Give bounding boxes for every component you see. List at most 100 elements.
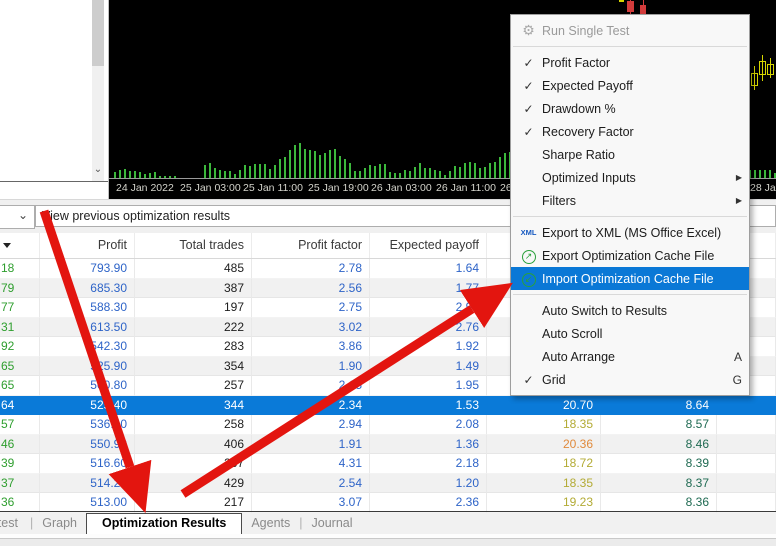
volume-bar (449, 170, 451, 178)
cell-expected-payoff: 2.36 (370, 493, 487, 513)
cell-profit-factor: 1.91 (252, 434, 370, 454)
menu-item-expected-payoff[interactable]: ✓ Expected Payoff (511, 74, 749, 97)
menu-item-auto-switch-to-results[interactable]: Auto Switch to Results (511, 299, 749, 322)
volume-bar (349, 162, 351, 178)
tester-tab-bar: Backtest|GraphOptimization ResultsAgents… (0, 513, 776, 536)
cell-profit-factor: 2.56 (252, 278, 370, 298)
volume-bar (374, 166, 376, 178)
column-header-trades[interactable]: Total trades (135, 233, 252, 258)
table-row[interactable]: 37 514.20 429 2.54 1.20 18.35 8.37 (0, 473, 776, 493)
candlestick (759, 61, 766, 75)
cell-result: 46 (0, 434, 40, 454)
cell-expected-payoff: 1.53 (370, 395, 487, 415)
time-axis-label: 25 Jan 19:00 (308, 182, 369, 194)
cell-profit-factor: 3.02 (252, 317, 370, 337)
cell-expected-payoff: 2.08 (370, 415, 487, 435)
menu-item-label: Auto Scroll (542, 326, 603, 341)
volume-bar (404, 170, 406, 178)
volume-bar (434, 170, 436, 178)
scrollbar-thumb[interactable] (92, 0, 104, 66)
column-header-c0[interactable] (0, 233, 40, 258)
tab-journal[interactable]: Journal (303, 513, 362, 534)
cell-result: 57 (0, 415, 40, 435)
candlestick-tick (619, 0, 624, 2)
volume-bar (484, 166, 486, 178)
volume-bar (409, 171, 411, 178)
volume-bar (264, 164, 266, 178)
cell-profit: 685.30 (40, 278, 135, 298)
volume-bar (239, 169, 241, 178)
menu-item-auto-arrange[interactable]: Auto Arrange A (511, 345, 749, 368)
cell-recovery-factor: 8.39 (601, 454, 717, 474)
column-header-ep[interactable]: Expected payoff (370, 233, 487, 258)
tab-optimization-results[interactable]: Optimization Results (86, 513, 243, 536)
volume-bar (469, 162, 471, 178)
cell-extra (717, 473, 776, 493)
cell-total-trades: 197 (135, 298, 252, 318)
volume-bar (284, 156, 286, 178)
volume-bar (479, 168, 481, 178)
cell-profit-factor: 2.34 (252, 395, 370, 415)
volume-bar (419, 163, 421, 178)
strategy-tester-window: ⌄ 24 Jan 2022 25 Jan 03:00 25 Jan 11:00 25 … (0, 0, 776, 546)
cell-expected-payoff: 1.36 (370, 434, 487, 454)
table-row[interactable]: 64 525.40 344 2.34 1.53 20.70 8.64 (0, 395, 776, 415)
time-axis-label: 25 Jan 11:00 (243, 182, 303, 194)
cell-expected-payoff: 1.20 (370, 473, 487, 493)
volume-bar (244, 164, 246, 178)
volume-bar (314, 150, 316, 178)
candlestick (767, 64, 774, 75)
cell-expected-payoff: 1.64 (370, 259, 487, 279)
menu-item-profit-factor[interactable]: ✓ Profit Factor (511, 51, 749, 74)
tab-backtest[interactable]: Backtest (0, 513, 18, 533)
menu-item-import-optimization-cache-file[interactable]: ↙ Import Optimization Cache File (511, 267, 749, 290)
table-row[interactable]: 46 550.90 406 1.91 1.36 20.36 8.46 (0, 434, 776, 454)
volume-bar (499, 156, 501, 178)
volume-bar (124, 169, 126, 178)
table-row[interactable]: 57 536.40 258 2.94 2.08 18.35 8.57 (0, 415, 776, 435)
volume-bar (204, 165, 206, 178)
menu-item-label: Run Single Test (542, 23, 630, 38)
volume-bar (459, 166, 461, 178)
cell-result: 37 (0, 473, 40, 493)
menu-item-export-optimization-cache-file[interactable]: ↗ Export Optimization Cache File (511, 244, 749, 267)
cell-total-trades: 222 (135, 317, 252, 337)
column-header-pf[interactable]: Profit factor (252, 233, 370, 258)
menu-item-label: Import Optimization Cache File (542, 271, 714, 286)
criterion-dropdown[interactable]: ⌄ (0, 205, 35, 229)
menu-item-grid[interactable]: ✓ Grid G (511, 368, 749, 391)
cell-total-trades: 283 (135, 337, 252, 357)
menu-item-sharpe-ratio[interactable]: Sharpe Ratio (511, 143, 749, 166)
menu-item-label: Auto Switch to Results (542, 303, 668, 318)
table-row[interactable]: 36 513.00 217 3.07 2.36 19.23 8.36 (0, 493, 776, 513)
table-bottom-border (0, 511, 776, 512)
left-blank-panel: ⌄ (0, 0, 109, 199)
sort-descending-icon (3, 243, 11, 248)
menu-item-recovery-factor[interactable]: ✓ Recovery Factor (511, 120, 749, 143)
cell-total-trades: 387 (135, 278, 252, 298)
menu-item-export-to-xml-ms-office-excel-[interactable]: XML Export to XML (MS Office Excel) (511, 221, 749, 244)
cell-profit-factor: 3.86 (252, 337, 370, 357)
menu-item-filters[interactable]: Filters ▶ (511, 189, 749, 212)
cell-profit-factor: 2.75 (252, 298, 370, 318)
menu-item-label: Profit Factor (542, 55, 611, 70)
column-header-profit[interactable]: Profit (40, 233, 135, 258)
cell-total-trades: 258 (135, 415, 252, 435)
volume-bar (304, 148, 306, 178)
scrollbar-down-button[interactable]: ⌄ (92, 164, 104, 179)
menu-item-drawdown-[interactable]: ✓ Drawdown % (511, 97, 749, 120)
volume-bar (439, 170, 441, 178)
tab-agents[interactable]: Agents (242, 513, 299, 534)
vertical-scrollbar[interactable]: ⌄ (92, 0, 104, 181)
table-row[interactable]: 39 516.60 237 4.31 2.18 18.72 8.39 (0, 454, 776, 474)
cell-profit: 613.50 (40, 317, 135, 337)
cell-profit-factor: 2.54 (252, 473, 370, 493)
menu-item-optimized-inputs[interactable]: Optimized Inputs ▶ (511, 166, 749, 189)
menu-item-auto-scroll[interactable]: Auto Scroll (511, 322, 749, 345)
tab-graph[interactable]: Graph (33, 513, 86, 534)
cell-profit-factor: 3.07 (252, 493, 370, 513)
volume-bar (379, 164, 381, 178)
volume-bar (329, 150, 331, 178)
checkmark-icon: ✓ (523, 101, 534, 116)
cell-result: 39 (0, 454, 40, 474)
